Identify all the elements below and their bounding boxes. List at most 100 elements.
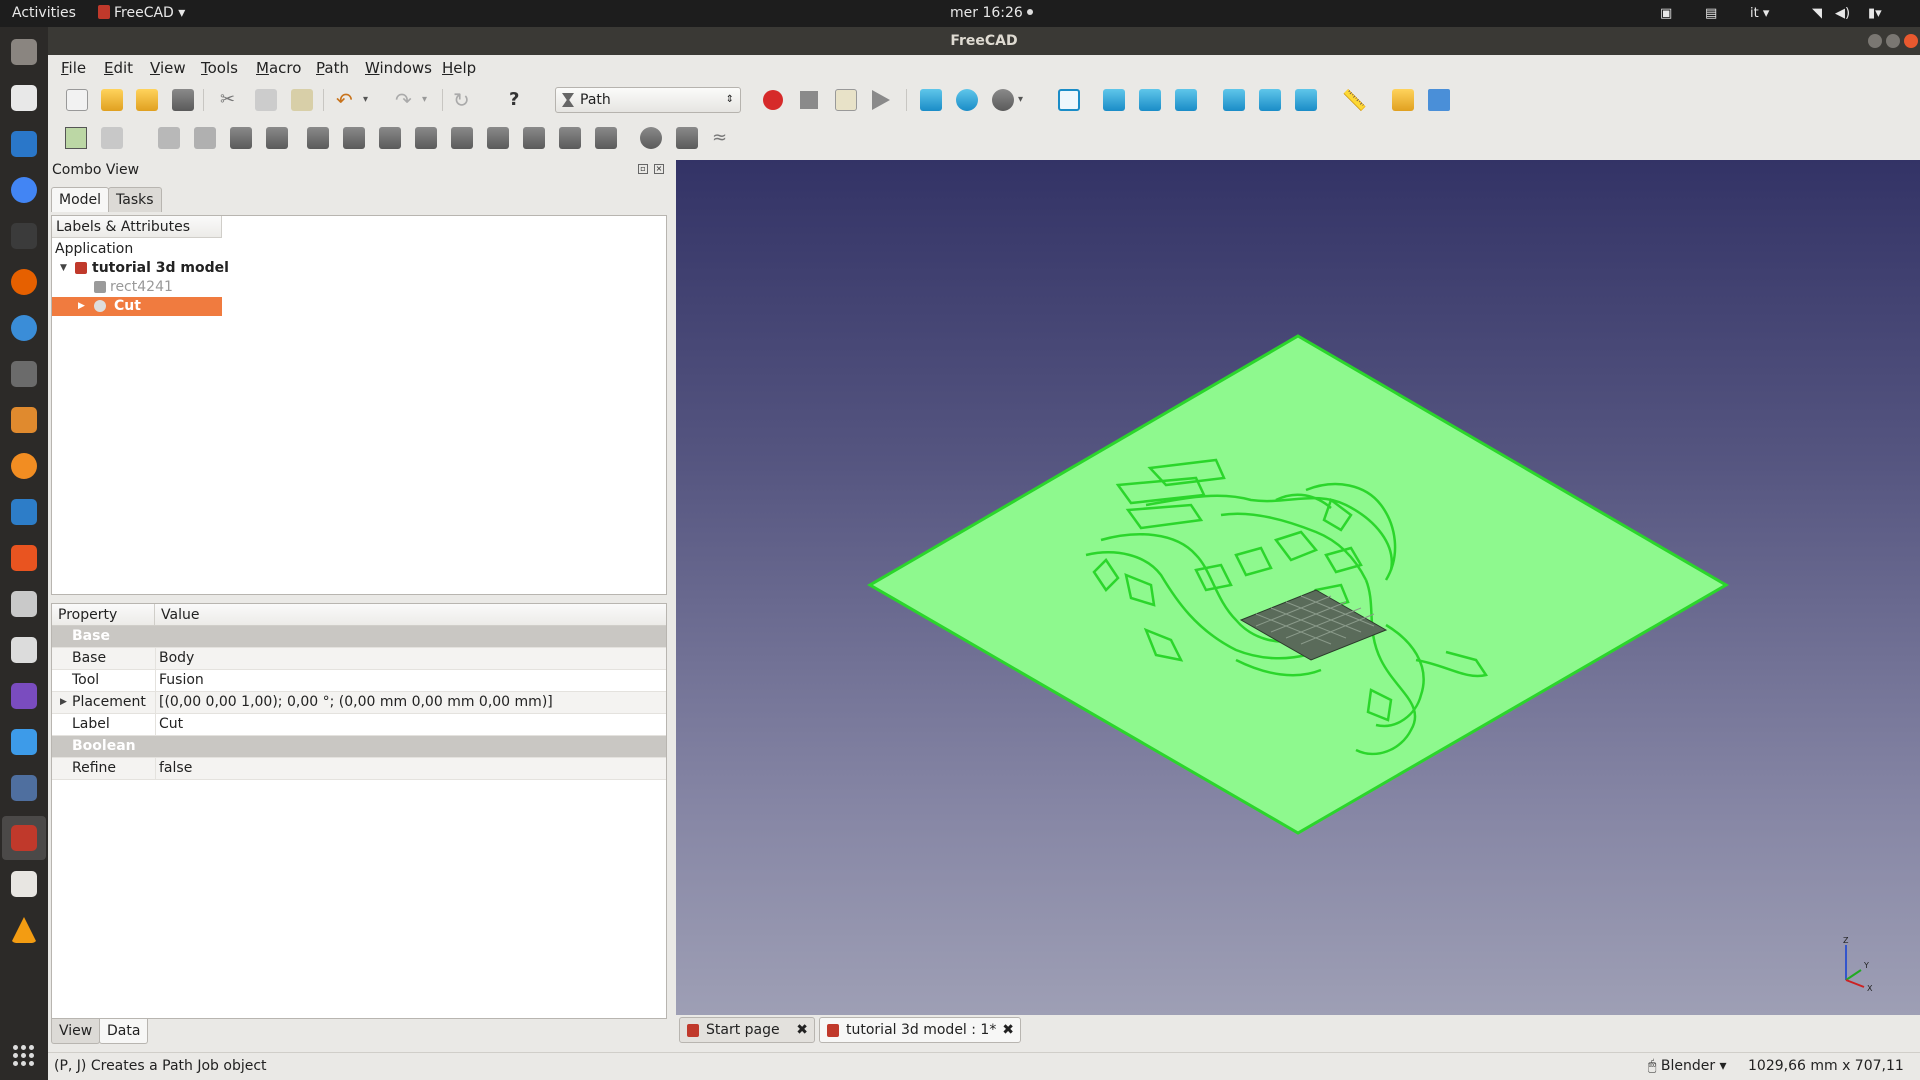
writer-icon[interactable] <box>11 131 37 157</box>
expand-arrow-icon[interactable]: ▼ <box>60 259 67 278</box>
wifi-icon[interactable]: ◥ <box>1812 0 1822 27</box>
blender-icon[interactable] <box>11 453 37 479</box>
property-row[interactable]: Refine false <box>52 758 666 780</box>
scanner-icon[interactable] <box>11 499 37 525</box>
draw-style-icon[interactable] <box>992 89 1014 111</box>
save-icon[interactable] <box>136 89 158 111</box>
close-panel-icon[interactable]: × <box>654 164 664 174</box>
property-value[interactable]: Fusion <box>155 670 204 692</box>
path-array-icon[interactable] <box>230 127 252 149</box>
clock[interactable]: mer 16:26 <box>950 0 1033 27</box>
workbench-selector[interactable]: Path ⇕ <box>555 87 741 113</box>
tab-data[interactable]: Data <box>99 1019 149 1044</box>
chrome-icon[interactable] <box>11 177 37 203</box>
draw-style-dropdown-icon[interactable]: ▾ <box>1018 89 1040 111</box>
new-document-icon[interactable] <box>66 89 88 111</box>
tool-controller-icon[interactable] <box>158 127 180 149</box>
drilling-icon[interactable] <box>451 127 473 149</box>
redo-dropdown-icon[interactable]: ▾ <box>422 89 444 111</box>
profile-faces-icon[interactable] <box>343 127 365 149</box>
vlc-icon[interactable] <box>11 917 37 943</box>
minimize-button[interactable] <box>1868 34 1882 48</box>
draw-icon[interactable] <box>11 407 37 433</box>
profile-icon[interactable] <box>307 127 329 149</box>
menu-file[interactable]: File <box>61 59 86 77</box>
doc-tab-tutorial[interactable]: tutorial 3d model : 1* ✖ <box>819 1017 1021 1043</box>
macro-execute-icon[interactable] <box>872 90 890 110</box>
view-right-icon[interactable] <box>1175 89 1197 111</box>
close-tab-icon[interactable]: ✖ <box>796 1018 808 1042</box>
virtualbox-icon[interactable] <box>11 775 37 801</box>
path-job-icon[interactable] <box>65 127 87 149</box>
fit-selection-icon[interactable] <box>956 89 978 111</box>
terminal-icon[interactable] <box>11 223 37 249</box>
undo-icon[interactable]: ↶ <box>336 89 358 111</box>
clipboard-icon[interactable]: ▤ <box>1705 0 1717 27</box>
view-front-icon[interactable] <box>1103 89 1125 111</box>
software-center-icon[interactable] <box>11 545 37 571</box>
firefox-icon[interactable] <box>11 269 37 295</box>
model-render[interactable] <box>676 160 1920 1015</box>
collapse-arrow-icon[interactable]: ▶ <box>78 297 85 316</box>
view-top-icon[interactable] <box>1139 89 1161 111</box>
camera-icon[interactable]: ▣ <box>1660 0 1672 27</box>
whats-this-icon[interactable]: ? <box>509 89 531 111</box>
pocket-icon[interactable] <box>415 127 437 149</box>
expand-arrow-icon[interactable]: ▶ <box>60 692 67 713</box>
menu-tools[interactable]: Tools <box>201 59 238 77</box>
3d-view[interactable]: Z Y X <box>676 160 1920 1015</box>
tree-item-selected[interactable]: ▶ Cut <box>52 297 222 316</box>
profile-edges-icon[interactable] <box>379 127 401 149</box>
adaptive-icon[interactable]: ≈ <box>712 127 734 149</box>
tab-view[interactable]: View <box>51 1019 101 1044</box>
close-window-button[interactable] <box>1904 34 1918 48</box>
activities-button[interactable]: Activities <box>12 0 76 27</box>
language-indicator[interactable]: it ▾ <box>1750 0 1769 27</box>
view-left-icon[interactable] <box>1295 89 1317 111</box>
freecad-dock-icon[interactable] <box>11 825 37 851</box>
refresh-icon[interactable]: ↻ <box>453 89 475 111</box>
menu-macro[interactable]: Macro <box>256 59 301 77</box>
redo-icon[interactable]: ↷ <box>395 89 417 111</box>
property-row[interactable]: Tool Fusion <box>52 670 666 692</box>
menu-view[interactable]: View <box>150 59 186 77</box>
stock-plate[interactable] <box>867 334 1729 835</box>
fit-all-icon[interactable] <box>920 89 942 111</box>
menu-path[interactable]: Path <box>316 59 349 77</box>
window-titlebar[interactable]: FreeCAD <box>48 27 1920 55</box>
macro-stop-icon[interactable] <box>800 91 818 109</box>
tool-manager-icon[interactable] <box>194 127 216 149</box>
helix-icon[interactable] <box>523 127 545 149</box>
property-row[interactable]: Base Body <box>52 648 666 670</box>
transfer-icon[interactable] <box>11 729 37 755</box>
float-panel-icon[interactable]: ▫ <box>638 164 648 174</box>
property-row[interactable]: Label Cut <box>52 714 666 736</box>
measure-icon[interactable]: 📏 <box>1342 89 1367 111</box>
menu-windows[interactable]: Windows <box>365 59 432 77</box>
undo-dropdown-icon[interactable]: ▾ <box>363 89 385 111</box>
settings-icon[interactable] <box>11 591 37 617</box>
close-tab-icon[interactable]: ✖ <box>1002 1018 1014 1042</box>
create-part-icon[interactable] <box>1392 89 1414 111</box>
maximize-button[interactable] <box>1886 34 1900 48</box>
menu-help[interactable]: Help <box>442 59 476 77</box>
tree-item[interactable]: rect4241 <box>52 278 352 297</box>
navigation-style-selector[interactable]: 🖱 Blender ▾ <box>1648 1053 1727 1079</box>
post-process-icon[interactable] <box>101 127 123 149</box>
face-icon[interactable] <box>487 127 509 149</box>
tab-model[interactable]: Model <box>51 187 110 212</box>
waterline-icon[interactable] <box>676 127 698 149</box>
camera-app-icon[interactable] <box>11 637 37 663</box>
view-bottom-icon[interactable] <box>1259 89 1281 111</box>
path-stock-icon[interactable] <box>266 127 288 149</box>
surface-icon[interactable] <box>640 127 662 149</box>
menu-edit[interactable]: Edit <box>104 59 133 77</box>
show-apps-icon[interactable] <box>13 1045 35 1067</box>
volume-icon[interactable]: ◀) <box>1835 0 1850 27</box>
text-editor-icon[interactable] <box>11 871 37 897</box>
tab-tasks[interactable]: Tasks <box>108 187 162 212</box>
property-value[interactable]: Body <box>155 648 194 670</box>
copy-icon[interactable] <box>255 89 277 111</box>
property-value[interactable]: [(0,00 0,00 1,00); 0,00 °; (0,00 mm 0,00… <box>155 692 553 714</box>
tree-document[interactable]: ▼ tutorial 3d model <box>52 259 352 278</box>
